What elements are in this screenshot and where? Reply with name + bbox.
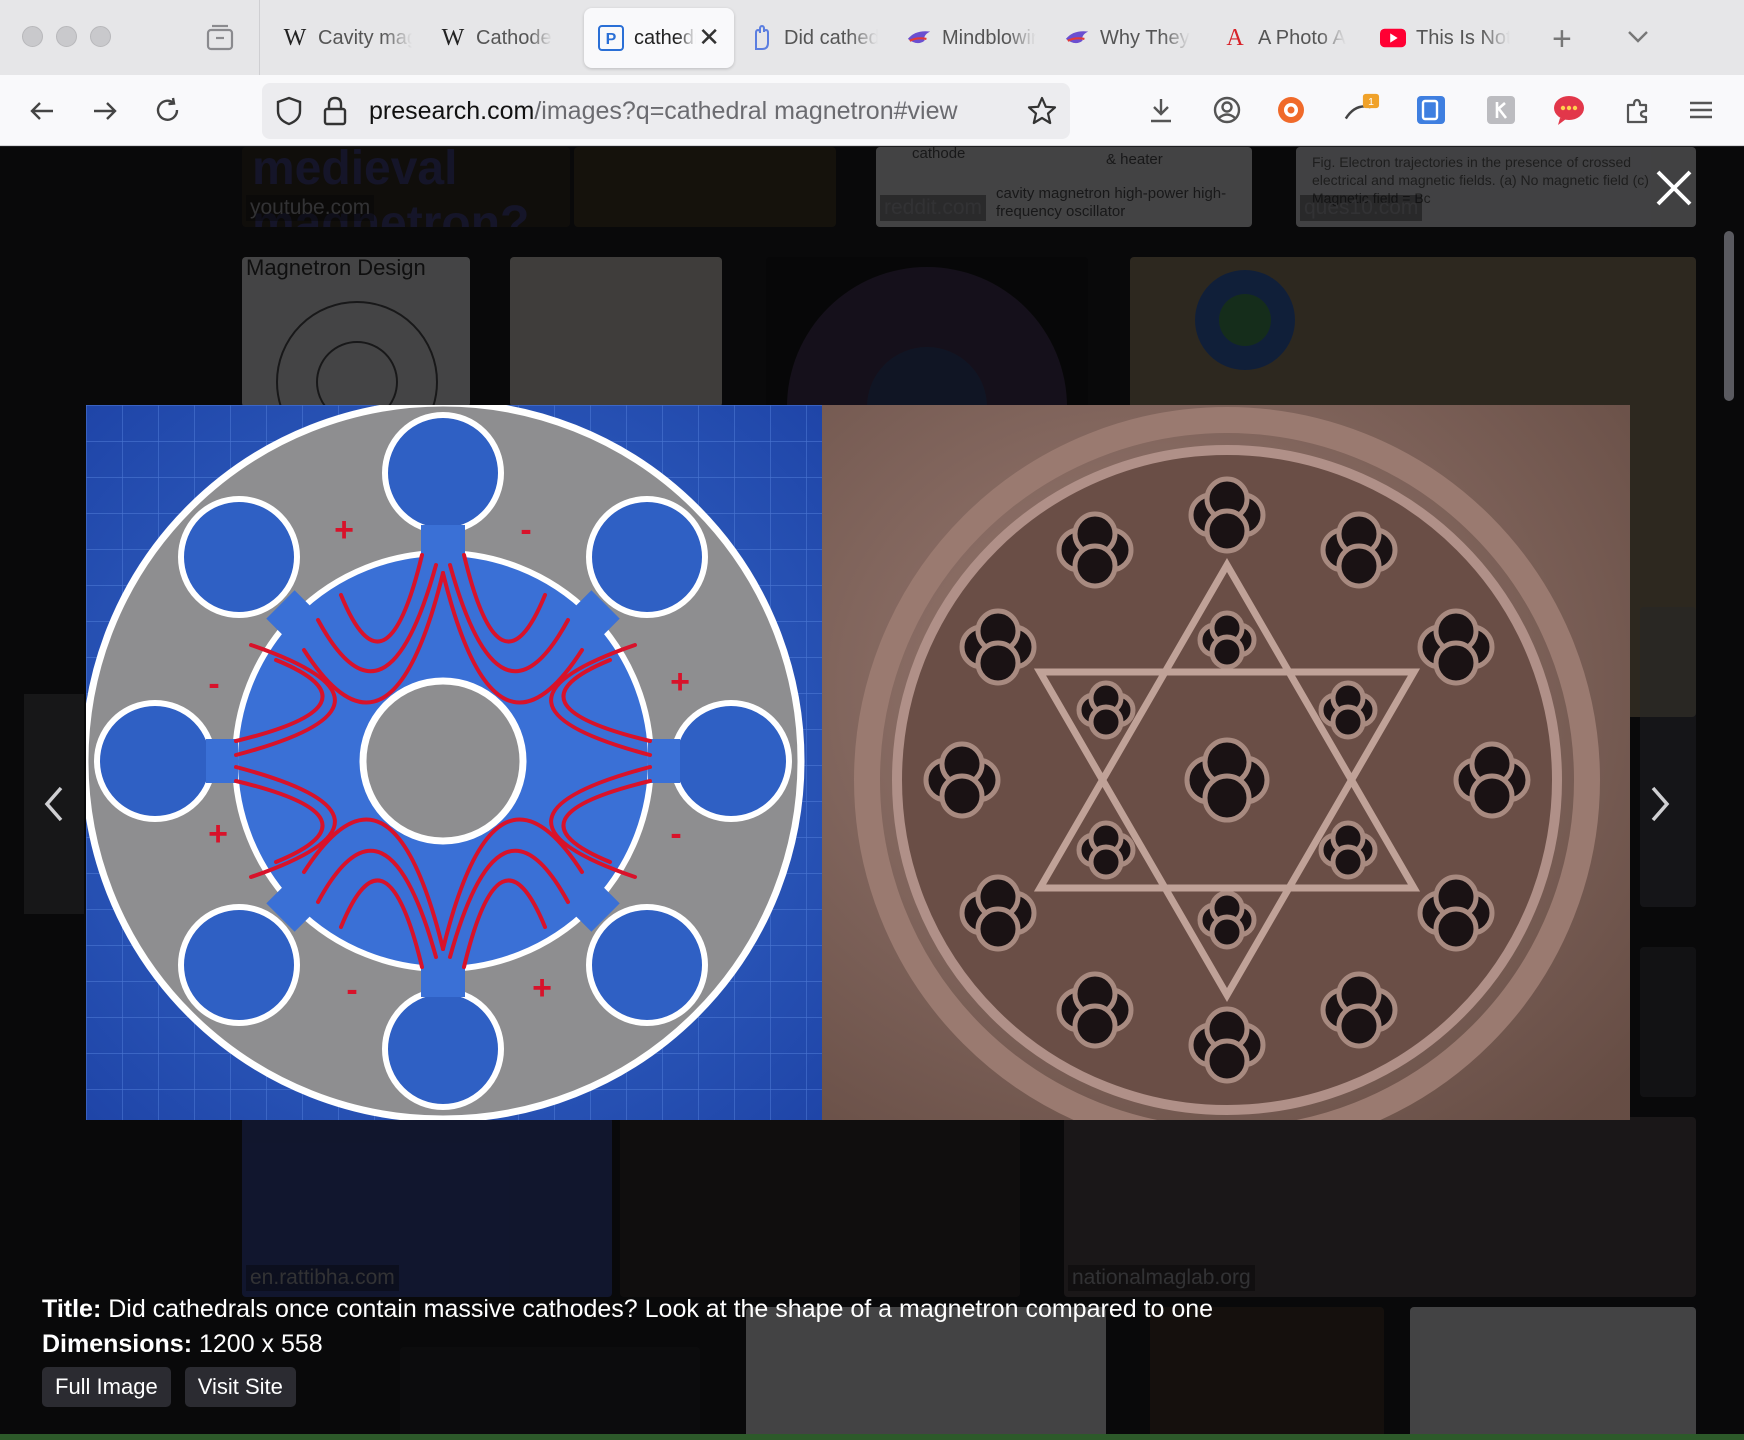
forward-arrow-icon[interactable] (87, 93, 123, 129)
tab-did-cathedrals[interactable]: Did cathedrals (734, 8, 892, 68)
extension-badge-count: 1 (1368, 97, 1374, 108)
downloads-icon[interactable] (1142, 91, 1180, 129)
image-actions: Full Image Visit Site (42, 1367, 296, 1407)
menu-icon[interactable] (1682, 91, 1720, 129)
charge-minus-label: - (346, 971, 357, 1009)
url-bar[interactable]: presearch.com/images?q=cathedral magnetr… (262, 83, 1070, 139)
url-path: /images?q=cathedral magnetron#view (534, 97, 958, 125)
charge-minus-label: - (520, 511, 531, 549)
tab-label: A Photo A (1258, 26, 1346, 49)
tracking-shield-icon[interactable] (274, 95, 304, 132)
wikipedia-icon: W (441, 24, 465, 51)
charge-plus-label: + (670, 663, 690, 701)
full-image-button[interactable]: Full Image (42, 1367, 171, 1407)
tab-mindblowing[interactable]: Mindblowing (892, 8, 1050, 68)
bird-icon (906, 25, 932, 51)
url-host: presearch.com (369, 97, 535, 125)
tab-bar: W Cavity magnetron W Cathode P cathedral… (0, 0, 1744, 75)
tab-why-they[interactable]: Why They (1050, 8, 1208, 68)
minimize-window-button[interactable] (56, 26, 77, 47)
lock-icon[interactable] (322, 95, 348, 132)
reload-icon[interactable] (150, 93, 186, 129)
image-title-row: Title: Did cathedrals once contain massi… (42, 1292, 1213, 1327)
tab-label: cathedral magnetron (634, 26, 696, 49)
tab-cathode[interactable]: W Cathode (426, 8, 584, 68)
tab-strip: W Cavity magnetron W Cathode P cathedral… (268, 8, 1524, 68)
chevron-left-icon (44, 786, 63, 822)
chat-extension-icon[interactable] (1550, 91, 1588, 129)
dimensions-label: Dimensions: (42, 1330, 193, 1358)
image-dimensions-row: Dimensions: 1200 x 558 (42, 1327, 1213, 1362)
presearch-icon: P (598, 25, 624, 51)
tab-cavity-magnetron[interactable]: W Cavity magnetron (268, 8, 426, 68)
charge-plus-label: + (532, 969, 552, 1007)
lightbox-image[interactable]: + - + - + - + - (86, 405, 1630, 1120)
account-icon[interactable] (1208, 91, 1246, 129)
tab-label: Cathode (476, 26, 552, 49)
close-lightbox-icon[interactable] (1652, 166, 1696, 210)
tab-label: Why They (1100, 26, 1190, 49)
extension-badge-icon[interactable]: 1 (1342, 91, 1380, 129)
title-label: Title: (42, 1295, 102, 1323)
tab-label: This Is Not (1416, 26, 1510, 49)
presearch-extension-icon[interactable] (1412, 91, 1450, 129)
image-dimensions: 1200 x 558 (198, 1330, 323, 1358)
new-tab-icon[interactable]: + (1552, 20, 1572, 59)
tab-label: Mindblowing (942, 26, 1036, 49)
previous-image-button[interactable] (24, 694, 84, 914)
charge-minus-label: - (670, 815, 681, 853)
tab-label: Cavity magnetron (318, 26, 412, 49)
tab-overview-icon[interactable] (204, 22, 236, 54)
hand-icon (748, 25, 774, 51)
desktop-edge (0, 1434, 1744, 1440)
grey-extension-icon[interactable] (1482, 91, 1520, 129)
close-window-button[interactable] (22, 26, 43, 47)
image-title: Did cathedrals once contain massive cath… (108, 1295, 1214, 1323)
charge-plus-label: + (334, 511, 354, 549)
window-controls (22, 26, 111, 47)
ublock-extension-icon[interactable] (1272, 91, 1310, 129)
tab-label: Did cathedrals (784, 26, 878, 49)
next-image-button[interactable] (1630, 694, 1690, 914)
scrollbar-thumb[interactable] (1724, 231, 1734, 401)
bookmark-star-icon[interactable] (1026, 95, 1058, 132)
presearch-icon-letter: P (606, 31, 617, 48)
magnetron-diagram: + - + - + - + - (86, 405, 822, 1120)
chevron-right-icon (1651, 786, 1670, 822)
charge-plus-label: + (208, 815, 228, 853)
navigation-bar: presearch.com/images?q=cathedral magnetr… (0, 75, 1744, 146)
rose-window-photo (822, 405, 1630, 1120)
charge-minus-label: - (208, 665, 219, 703)
image-info: Title: Did cathedrals once contain massi… (42, 1292, 1213, 1362)
back-arrow-icon[interactable] (24, 93, 60, 129)
tab-separator (259, 0, 260, 75)
url-text[interactable]: presearch.com/images?q=cathedral magnetr… (369, 97, 958, 126)
youtube-icon (1380, 25, 1406, 51)
list-all-tabs-icon[interactable] (1624, 22, 1652, 55)
tab-this-is-not[interactable]: This Is Not (1366, 8, 1524, 68)
tab-a-photo[interactable]: A A Photo A (1208, 8, 1366, 68)
close-tab-icon[interactable]: ✕ (698, 22, 720, 53)
extensions-puzzle-icon[interactable] (1618, 91, 1656, 129)
tab-cathedral-magnetron[interactable]: P cathedral magnetron ✕ (584, 8, 734, 68)
wikipedia-icon: W (283, 24, 307, 51)
letter-a-icon: A (1226, 24, 1244, 51)
visit-site-button[interactable]: Visit Site (184, 1367, 296, 1407)
bird-icon (1064, 25, 1090, 51)
zoom-window-button[interactable] (90, 26, 111, 47)
